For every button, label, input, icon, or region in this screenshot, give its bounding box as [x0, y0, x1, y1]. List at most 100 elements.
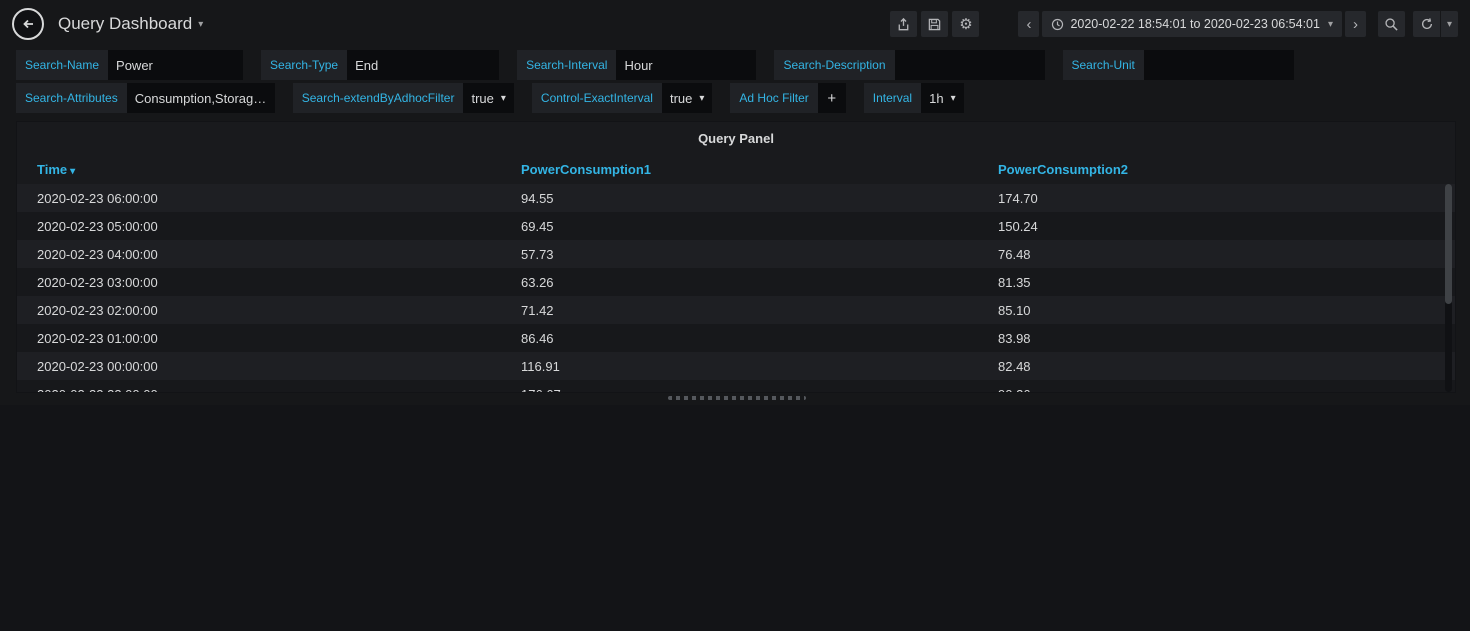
column-label: Time — [37, 162, 67, 177]
sort-caret-icon: ▾ — [70, 166, 75, 177]
search-extendbyadhocfilter-select[interactable]: true ▾ — [463, 83, 513, 113]
refresh-caret-icon: ▾ — [1447, 19, 1452, 30]
variables-row-1: Search-Name Search-Type Search-Interval … — [16, 50, 1294, 80]
table-body: 2020-02-23 06:00:00 94.55 174.70 2020-02… — [17, 184, 1455, 393]
cell-value1: 71.42 — [501, 303, 978, 318]
table-horizontal-scrollbar-thumb[interactable] — [668, 396, 806, 400]
cell-value2: 90.26 — [978, 387, 1455, 394]
search-attributes-input[interactable] — [127, 83, 275, 113]
select-value: true — [670, 91, 692, 106]
column-label: PowerConsumption2 — [998, 162, 1128, 177]
caret-down-icon: ▾ — [699, 93, 704, 104]
cell-value1: 63.26 — [501, 275, 978, 290]
table-vertical-scrollbar — [1445, 184, 1452, 392]
search-interval-label: Search-Interval — [517, 50, 616, 80]
share-button[interactable] — [890, 11, 917, 37]
cell-value2: 174.70 — [978, 191, 1455, 206]
ad-hoc-filter-label: Ad Hoc Filter — [730, 83, 817, 113]
gear-icon: ⚙ — [959, 15, 972, 33]
table-row: 2020-02-23 00:00:00 116.91 82.48 — [17, 352, 1455, 380]
plus-icon: + — [827, 90, 836, 107]
chevron-right-icon: › — [1353, 16, 1358, 33]
table-row: 2020-02-23 02:00:00 71.42 85.10 — [17, 296, 1455, 324]
search-type-label: Search-Type — [261, 50, 347, 80]
cell-time: 2020-02-23 02:00:00 — [17, 303, 501, 318]
dashboard-title-caret-icon[interactable]: ▾ — [198, 19, 203, 30]
share-icon — [896, 17, 911, 32]
search-description-input[interactable] — [895, 50, 1045, 80]
table-row: 2020-02-23 05:00:00 69.45 150.24 — [17, 212, 1455, 240]
panel-editor: ⚙ Query {..} default ▾ Add Query Query I… — [0, 405, 1470, 631]
query-panel: Query Panel Time▾ PowerConsumption1 Powe… — [16, 121, 1456, 393]
chevron-left-icon: ‹ — [1026, 16, 1031, 33]
time-shift-right-button[interactable]: › — [1345, 11, 1366, 37]
search-interval-input[interactable] — [616, 50, 756, 80]
column-label: PowerConsumption1 — [521, 162, 651, 177]
cell-value2: 82.48 — [978, 359, 1455, 374]
interval-select[interactable]: 1h ▾ — [921, 83, 964, 113]
cell-time: 2020-02-23 03:00:00 — [17, 275, 501, 290]
cell-time: 2020-02-23 05:00:00 — [17, 219, 501, 234]
magnifier-icon — [1384, 17, 1399, 32]
cell-value2: 81.35 — [978, 275, 1455, 290]
cell-value1: 86.46 — [501, 331, 978, 346]
clock-icon — [1051, 18, 1064, 31]
cell-value2: 150.24 — [978, 219, 1455, 234]
refresh-interval-dropdown[interactable]: ▾ — [1440, 11, 1458, 37]
navbar: Query Dashboard ▾ ⚙ ‹ 2020-02-22 18:54:0 — [0, 0, 1470, 48]
time-range-caret-icon: ▾ — [1328, 19, 1333, 30]
time-controls: ‹ 2020-02-22 18:54:01 to 2020-02-23 06:5… — [1015, 11, 1458, 37]
table-row: 2020-02-23 03:00:00 63.26 81.35 — [17, 268, 1455, 296]
ad-hoc-filter-add-button[interactable]: + — [818, 83, 846, 113]
refresh-icon — [1420, 17, 1434, 31]
cell-value2: 85.10 — [978, 303, 1455, 318]
control-exactinterval-select[interactable]: true ▾ — [662, 83, 712, 113]
cell-value1: 69.45 — [501, 219, 978, 234]
cell-value1: 116.91 — [501, 359, 978, 374]
search-attributes-label: Search-Attributes — [16, 83, 127, 113]
search-unit-input[interactable] — [1144, 50, 1294, 80]
search-name-label: Search-Name — [16, 50, 108, 80]
table-header-powerconsumption1[interactable]: PowerConsumption1 — [501, 162, 978, 177]
cell-value1: 57.73 — [501, 247, 978, 262]
cell-time: 2020-02-22 23:00:00 — [17, 387, 501, 394]
dashboard-settings-button[interactable]: ⚙ — [952, 11, 979, 37]
table-row: 2020-02-23 06:00:00 94.55 174.70 — [17, 184, 1455, 212]
search-unit-label: Search-Unit — [1063, 50, 1144, 80]
dashboard-title: Query Dashboard — [58, 14, 192, 34]
cell-value2: 83.98 — [978, 331, 1455, 346]
search-description-label: Search-Description — [774, 50, 894, 80]
time-range-button[interactable]: 2020-02-22 18:54:01 to 2020-02-23 06:54:… — [1042, 11, 1342, 37]
table-vertical-scrollbar-thumb[interactable] — [1445, 184, 1452, 304]
caret-down-icon: ▾ — [951, 93, 956, 104]
navbar-right-controls: ⚙ ‹ 2020-02-22 18:54:01 to 2020-02-23 06… — [886, 11, 1458, 37]
control-exactinterval-label: Control-ExactInterval — [532, 83, 662, 113]
cell-time: 2020-02-23 04:00:00 — [17, 247, 501, 262]
search-extendbyadhocfilter-label: Search-extendByAdhocFilter — [293, 83, 464, 113]
table-row-clipped: 2020-02-22 23:00:00 176.67 90.26 — [17, 380, 1455, 393]
variables-row-2: Search-Attributes Search-extendByAdhocFi… — [16, 83, 964, 113]
table-header-row: Time▾ PowerConsumption1 PowerConsumption… — [17, 155, 1455, 184]
cell-value1: 176.67 — [501, 387, 978, 394]
time-range-label: 2020-02-22 18:54:01 to 2020-02-23 06:54:… — [1070, 17, 1320, 31]
search-name-input[interactable] — [108, 50, 243, 80]
table-header-time[interactable]: Time▾ — [17, 162, 501, 177]
panel-title[interactable]: Query Panel — [17, 122, 1455, 155]
interval-label: Interval — [864, 83, 921, 113]
time-shift-left-button[interactable]: ‹ — [1018, 11, 1039, 37]
zoom-out-button[interactable] — [1378, 11, 1405, 37]
search-type-input[interactable] — [347, 50, 499, 80]
save-button[interactable] — [921, 11, 948, 37]
table-header-powerconsumption2[interactable]: PowerConsumption2 — [978, 162, 1455, 177]
cell-value1: 94.55 — [501, 191, 978, 206]
table-row: 2020-02-23 04:00:00 57.73 76.48 — [17, 240, 1455, 268]
select-value: true — [471, 91, 493, 106]
caret-down-icon: ▾ — [501, 93, 506, 104]
table-row: 2020-02-23 01:00:00 86.46 83.98 — [17, 324, 1455, 352]
save-icon — [927, 17, 942, 32]
select-value: 1h — [929, 91, 943, 106]
cell-value2: 76.48 — [978, 247, 1455, 262]
back-button[interactable] — [12, 8, 44, 40]
refresh-button[interactable] — [1413, 11, 1440, 37]
cell-time: 2020-02-23 01:00:00 — [17, 331, 501, 346]
